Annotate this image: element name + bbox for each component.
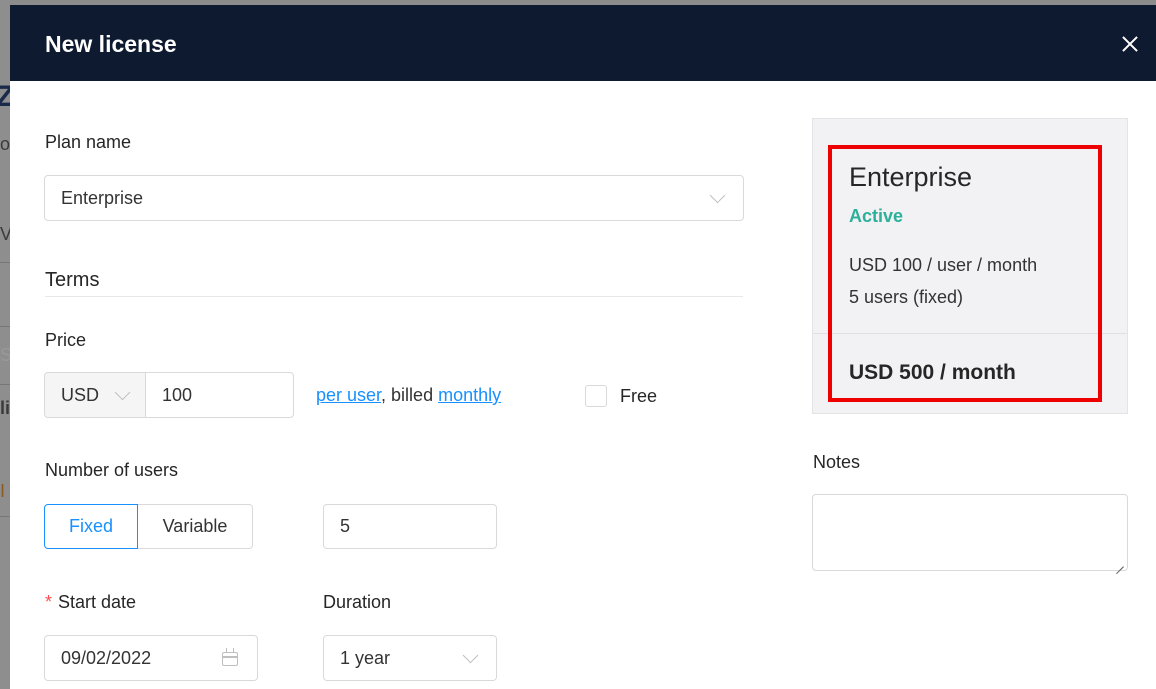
user-count-value: 5 bbox=[340, 516, 351, 536]
background-divider bbox=[0, 516, 10, 517]
per-user-link[interactable]: per user bbox=[316, 385, 381, 405]
highlight-box bbox=[828, 145, 1102, 402]
duration-value: 1 year bbox=[340, 647, 391, 668]
plan-name-value: Enterprise bbox=[61, 187, 144, 208]
free-label: Free bbox=[620, 386, 658, 406]
chevron-down-icon bbox=[462, 647, 479, 664]
number-of-users-label: Number of users bbox=[45, 460, 179, 480]
billing-description: per user, billed monthly bbox=[316, 385, 501, 406]
variable-users-button[interactable]: Variable bbox=[138, 504, 253, 549]
currency-value: USD bbox=[61, 384, 100, 405]
fixed-users-button[interactable]: Fixed bbox=[44, 504, 138, 549]
billed-text: , billed bbox=[381, 385, 439, 405]
background-divider bbox=[0, 384, 10, 385]
background-divider bbox=[0, 262, 10, 263]
calendar-icon bbox=[222, 648, 238, 666]
price-label: Price bbox=[45, 330, 87, 350]
billing-period-link[interactable]: monthly bbox=[438, 385, 501, 405]
resize-handle-icon[interactable] bbox=[1116, 559, 1124, 567]
price-input[interactable]: 100 bbox=[145, 372, 294, 418]
notes-textarea[interactable] bbox=[812, 494, 1128, 571]
background-fragment: I bbox=[0, 481, 6, 501]
currency-select[interactable]: USD bbox=[44, 372, 146, 418]
modal-title: New license bbox=[45, 31, 177, 57]
start-date-value: 09/02/2022 bbox=[61, 647, 152, 668]
free-checkbox[interactable] bbox=[585, 385, 607, 407]
duration-select[interactable]: 1 year bbox=[323, 635, 497, 681]
start-date-picker[interactable]: 09/02/2022 bbox=[44, 635, 258, 681]
background-fragment: o bbox=[0, 134, 11, 154]
required-mark: * bbox=[45, 592, 53, 612]
background-divider bbox=[0, 326, 10, 327]
chevron-down-icon bbox=[114, 384, 131, 401]
user-count-input[interactable]: 5 bbox=[323, 504, 497, 549]
modal-header: New license bbox=[10, 5, 1156, 81]
terms-section-title: Terms bbox=[45, 269, 100, 291]
close-icon[interactable] bbox=[1118, 32, 1142, 56]
background-fragment: li bbox=[0, 398, 11, 418]
price-value: 100 bbox=[162, 384, 193, 405]
duration-label: Duration bbox=[323, 592, 392, 612]
plan-name-label: Plan name bbox=[45, 132, 132, 152]
notes-label: Notes bbox=[813, 452, 861, 472]
new-license-modal: New license Plan name Enterprise Terms P… bbox=[10, 5, 1156, 689]
start-date-label-text: Start date bbox=[58, 592, 137, 612]
plan-name-select[interactable]: Enterprise bbox=[44, 175, 744, 221]
chevron-down-icon bbox=[709, 187, 726, 204]
start-date-label: * Start date bbox=[45, 592, 136, 613]
terms-divider bbox=[45, 296, 743, 297]
